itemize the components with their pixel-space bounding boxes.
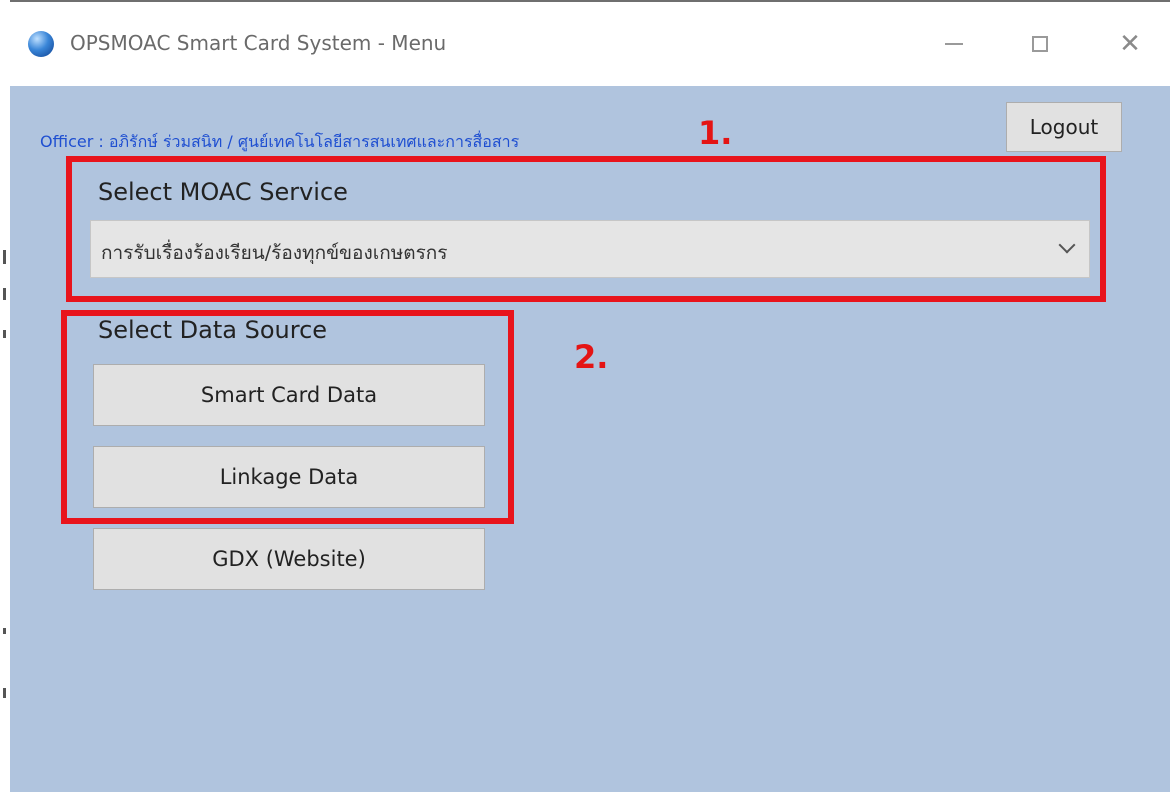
data-source-heading: Select Data Source [98, 316, 328, 344]
service-selected-value: การรับเรื่องร้องเรียน/ร้องทุกข์ของเกษตรก… [101, 242, 448, 264]
service-dropdown[interactable]: การรับเรื่องร้องเรียน/ร้องทุกข์ของเกษตรก… [90, 220, 1090, 278]
app-window: OPSMOAC Smart Card System - Menu ✕ Offic… [10, 0, 1170, 792]
edge-mark [3, 250, 6, 264]
smart-card-data-button[interactable]: Smart Card Data [93, 364, 485, 426]
minimize-button[interactable] [924, 20, 984, 68]
edge-mark [3, 628, 6, 634]
window-title: OPSMOAC Smart Card System - Menu [70, 31, 447, 55]
logout-button[interactable]: Logout [1006, 102, 1122, 152]
maximize-icon [1032, 36, 1048, 52]
officer-label: Officer : อภิรักษ์ ร่วมสนิท / ศูนย์เทคโน… [40, 132, 520, 151]
linkage-data-button[interactable]: Linkage Data [93, 446, 485, 508]
service-heading: Select MOAC Service [98, 178, 348, 206]
maximize-button[interactable] [1010, 20, 1070, 68]
background-window-edge [0, 0, 10, 792]
edge-mark [3, 688, 6, 698]
close-button[interactable]: ✕ [1100, 20, 1160, 68]
annotation-step-2: 2. [574, 338, 609, 376]
edge-mark [3, 330, 6, 338]
annotation-step-1: 1. [698, 114, 733, 152]
minimize-icon [945, 43, 963, 45]
globe-icon [28, 31, 54, 57]
gdx-website-button[interactable]: GDX (Website) [93, 528, 485, 590]
edge-mark [3, 288, 6, 300]
chevron-down-icon [1058, 236, 1076, 254]
close-icon: ✕ [1119, 29, 1141, 59]
title-bar[interactable]: OPSMOAC Smart Card System - Menu ✕ [10, 2, 1170, 86]
